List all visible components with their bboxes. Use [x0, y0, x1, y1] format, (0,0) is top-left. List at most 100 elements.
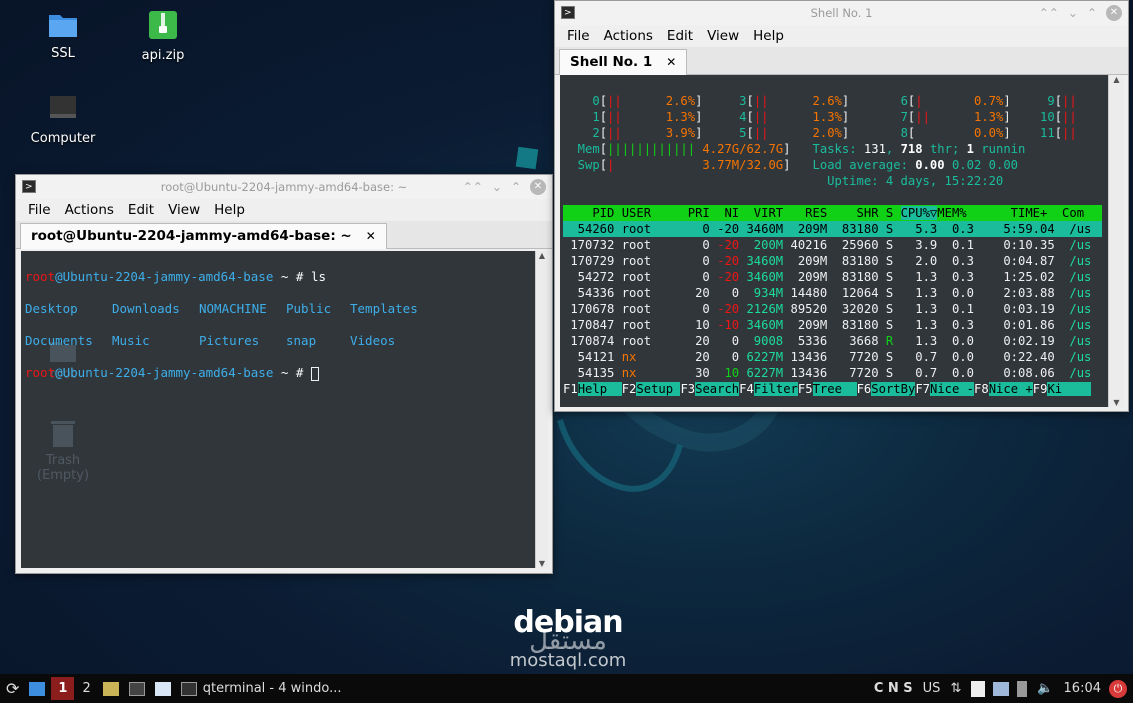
window-titlebar[interactable]: root@Ubuntu-2204-jammy-amd64-base: ~ ⌃⌃ ⌄… [16, 175, 552, 199]
htop-screen: 0[|| 2.6%] 3[|| 2.6%] 6[| 0.7%] 9[|| 2.6… [563, 93, 1108, 397]
minimize-icon[interactable]: ⌄ [1068, 1, 1078, 25]
tab-terminal[interactable]: root@Ubuntu-2204-jammy-amd64-base: ~ ✕ [20, 223, 387, 249]
fkey-f2[interactable]: F2Setup [622, 382, 681, 396]
menu-actions[interactable]: Actions [604, 28, 653, 44]
terminal-lines: root@Ubuntu-2204-jammy-amd64-base ~ # ls… [25, 253, 418, 413]
process-row[interactable]: 54336 root 20 0 934M 14480 12064 S 1.3 0… [563, 285, 1102, 301]
battery-icon[interactable] [1017, 680, 1028, 697]
scroll-up-icon[interactable]: ▲ [536, 251, 548, 260]
window-titlebar[interactable]: Shell No. 1 ⌃⌃ ⌄ ⌃ ✕ [555, 1, 1128, 25]
debian-logo: debian مستقل mostaql.com [509, 605, 627, 671]
scroll-down-icon[interactable]: ▼ [536, 559, 548, 568]
tab-label: Shell No. 1 [570, 54, 653, 70]
menu-edit[interactable]: Edit [128, 202, 154, 218]
fkey-f8[interactable]: F8Nice + [974, 382, 1033, 396]
workspace-2[interactable]: 2 [82, 681, 90, 696]
tab-shell[interactable]: Shell No. 1 ✕ [559, 49, 688, 75]
menu-bar: File Actions Edit View Help [555, 25, 1128, 47]
fkey-f3[interactable]: F3Search [680, 382, 740, 396]
clock[interactable]: 16:04 [1064, 681, 1101, 696]
terminal-output[interactable]: root Trash (Empty) root@Ubuntu-2204-jamm… [21, 251, 535, 568]
updates-icon[interactable] [993, 681, 1010, 696]
scrollbar[interactable]: ▲ ▼ [535, 251, 548, 568]
close-tab-icon[interactable]: ✕ [666, 50, 676, 75]
volume-icon[interactable]: 🔈 [1037, 681, 1053, 696]
desktop-icon-ssl[interactable]: SSL [18, 12, 108, 61]
function-key-bar: F1Help F2Setup F3SearchF4FilterF5Tree F6… [563, 381, 1102, 397]
htop-output[interactable]: 0[|| 2.6%] 3[|| 2.6%] 6[| 0.7%] 9[|| 2.6… [560, 75, 1108, 407]
prompt-line: root@Ubuntu-2204-jammy-amd64-base ~ # [25, 365, 418, 381]
fkey-f1[interactable]: F1Help [563, 382, 622, 396]
keyboard-state: C N S [873, 681, 913, 696]
wallpaper-square [515, 146, 539, 170]
process-row[interactable]: 170732 root 0 -20 200M 40216 25960 S 3.9… [563, 237, 1102, 253]
menu-edit[interactable]: Edit [667, 28, 693, 44]
terminal-icon [561, 1, 575, 25]
terminal-window-1[interactable]: root@Ubuntu-2204-jammy-amd64-base: ~ ⌃⌃ ⌄… [15, 174, 553, 574]
keep-above-icon[interactable]: ⌃⌃ [463, 175, 483, 199]
scroll-down-icon[interactable]: ▼ [1109, 398, 1124, 407]
terminal-launcher-icon[interactable] [128, 681, 145, 696]
scrollbar[interactable]: ▲ ▼ [1108, 75, 1124, 407]
window-title: root@Ubuntu-2204-jammy-amd64-base: ~ [160, 180, 408, 194]
mem-meter: Mem[|||||||||||| 4.27G/62.7G] Tasks: 131… [563, 142, 1026, 156]
close-tab-icon[interactable]: ✕ [366, 224, 376, 249]
maximize-icon[interactable]: ⌃ [511, 175, 521, 199]
terminal-window-2[interactable]: Shell No. 1 ⌃⌃ ⌄ ⌃ ✕ File Actions Edit View… [554, 0, 1129, 412]
zip-icon [149, 11, 177, 39]
menu-help[interactable]: Help [753, 28, 784, 44]
task-label: qterminal - 4 windo... [202, 681, 342, 696]
menu-help[interactable]: Help [214, 202, 245, 218]
cpu-meter-row: 0[|| 2.6%] 3[|| 2.6%] 6[| 0.7%] 9[|| 2.6… [563, 94, 1077, 108]
maximize-icon[interactable]: ⌃ [1087, 1, 1097, 25]
editor-launcher-icon[interactable] [154, 681, 171, 696]
fkey-f5[interactable]: F5Tree [798, 382, 857, 396]
process-row[interactable]: 170678 root 0 -20 2126M 89520 32020 S 1.… [563, 301, 1102, 317]
scroll-up-icon[interactable]: ▲ [1109, 75, 1124, 84]
fkey-f9[interactable]: F9Ki [1033, 382, 1092, 396]
process-row[interactable]: 170847 root 10 -10 3460M 209M 83180 S 1.… [563, 317, 1102, 333]
menu-bar: File Actions Edit View Help [16, 199, 552, 221]
cursor [311, 366, 319, 381]
folder-icon [49, 15, 77, 37]
tab-bar: Shell No. 1 ✕ [555, 47, 1128, 75]
task-qterminal[interactable]: qterminal - 4 windo... [180, 681, 342, 696]
power-icon[interactable]: ⏻ [1109, 679, 1127, 698]
window-title: Shell No. 1 [810, 6, 873, 20]
process-row[interactable]: 54121 nx 20 0 6227M 13436 7720 S 0.7 0.0… [563, 349, 1102, 365]
process-header[interactable]: PID USER PRI NI VIRT RES SHR S CPU%▽MEM%… [563, 205, 1102, 221]
network-icon[interactable]: ⇅ [950, 681, 961, 696]
desktop-icon-api-zip[interactable]: api.zip [118, 10, 208, 63]
trash-icon [51, 421, 75, 447]
keep-above-icon[interactable]: ⌃⌃ [1039, 1, 1059, 25]
fkey-f7[interactable]: F7Nice - [915, 382, 975, 396]
taskbar: ⟳ 1 2 qterminal - 4 windo... C N S US ⇅ … [0, 674, 1133, 703]
minimize-icon[interactable]: ⌄ [492, 175, 502, 199]
menu-file[interactable]: File [567, 28, 590, 44]
menu-view[interactable]: View [168, 202, 200, 218]
menu-view[interactable]: View [707, 28, 739, 44]
clipboard-icon[interactable] [971, 680, 986, 697]
prompt-line: root@Ubuntu-2204-jammy-amd64-base ~ # ls [25, 269, 327, 284]
process-row[interactable]: 170874 root 20 0 9008 5336 3668 R 1.3 0.… [563, 333, 1102, 349]
show-desktop-icon[interactable] [29, 681, 46, 696]
menu-actions[interactable]: Actions [65, 202, 114, 218]
menu-file[interactable]: File [28, 202, 51, 218]
start-menu-icon[interactable]: ⟳ [6, 679, 19, 698]
workspace-1[interactable]: 1 [51, 677, 75, 700]
file-manager-icon[interactable] [102, 681, 119, 696]
process-row[interactable]: 54272 root 0 -20 3460M 209M 83180 S 1.3 … [563, 269, 1102, 285]
fkey-f4[interactable]: F4Filter [739, 382, 798, 396]
swp-meter: Swp[| 3.77M/32.0G] Load average: 0.00 0.… [563, 158, 1019, 172]
process-row[interactable]: 54135 nx 30 10 6227M 13436 7720 S 0.7 0.… [563, 365, 1102, 381]
fkey-f6[interactable]: F6SortBy [857, 382, 916, 396]
keyboard-layout[interactable]: US [923, 681, 941, 696]
tab-label: root@Ubuntu-2204-jammy-amd64-base: ~ [31, 228, 352, 244]
close-icon[interactable]: ✕ [1106, 5, 1122, 21]
close-icon[interactable]: ✕ [530, 179, 546, 195]
uptime: Uptime: 4 days, 15:22:20 [827, 174, 1004, 188]
cpu-meter-row: 2[|| 3.9%] 5[|| 2.0%] 8[ 0.0%] 11[|| 2.0… [563, 126, 1077, 140]
desktop-icon-computer[interactable]: Computer [18, 95, 108, 146]
process-row[interactable]: 170729 root 0 -20 3460M 209M 83180 S 2.0… [563, 253, 1102, 269]
process-row[interactable]: 54260 root 0 -20 3460M 209M 83180 S 5.3 … [563, 221, 1102, 237]
